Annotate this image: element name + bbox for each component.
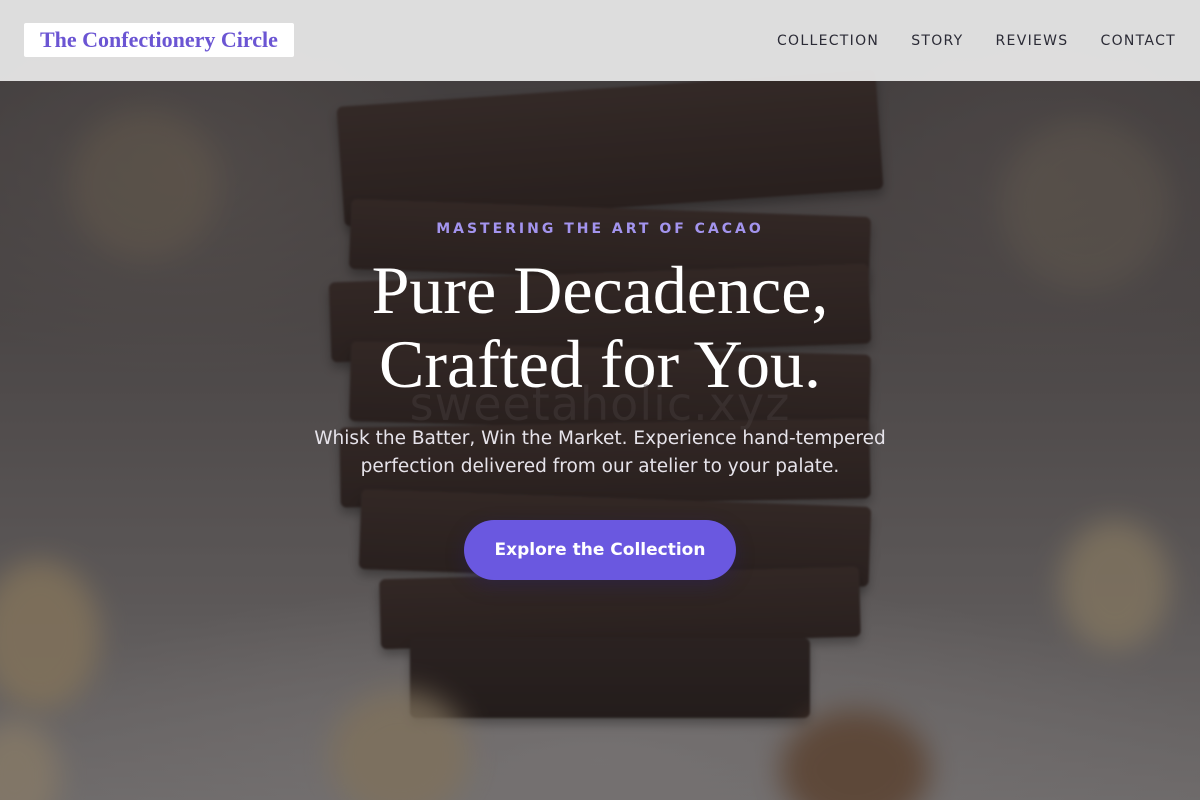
site-header: The Confectionery Circle COLLECTION STOR… [0,0,1200,81]
hero-subtext: Whisk the Batter, Win the Market. Experi… [314,428,886,477]
nav-link-collection[interactable]: COLLECTION [777,33,879,49]
main-nav: COLLECTION STORY REVIEWS CONTACT [777,0,1176,81]
hero-eyebrow: MASTERING THE ART OF CACAO [436,221,764,237]
nav-link-reviews[interactable]: REVIEWS [996,33,1069,49]
nav-link-contact[interactable]: CONTACT [1101,33,1177,49]
landing-page: The Confectionery Circle COLLECTION STOR… [0,0,1200,800]
hero-headline: Pure Decadence, Crafted for You. [0,253,1200,401]
site-logo[interactable]: The Confectionery Circle [24,23,294,57]
explore-collection-button[interactable]: Explore the Collection [464,520,736,580]
hero-section: MASTERING THE ART OF CACAO Pure Decadenc… [0,81,1200,800]
hero-headline-line-2: Crafted for You. [379,326,821,402]
nav-link-story[interactable]: STORY [911,33,963,49]
hero-headline-line-1: Pure Decadence, [371,252,829,328]
